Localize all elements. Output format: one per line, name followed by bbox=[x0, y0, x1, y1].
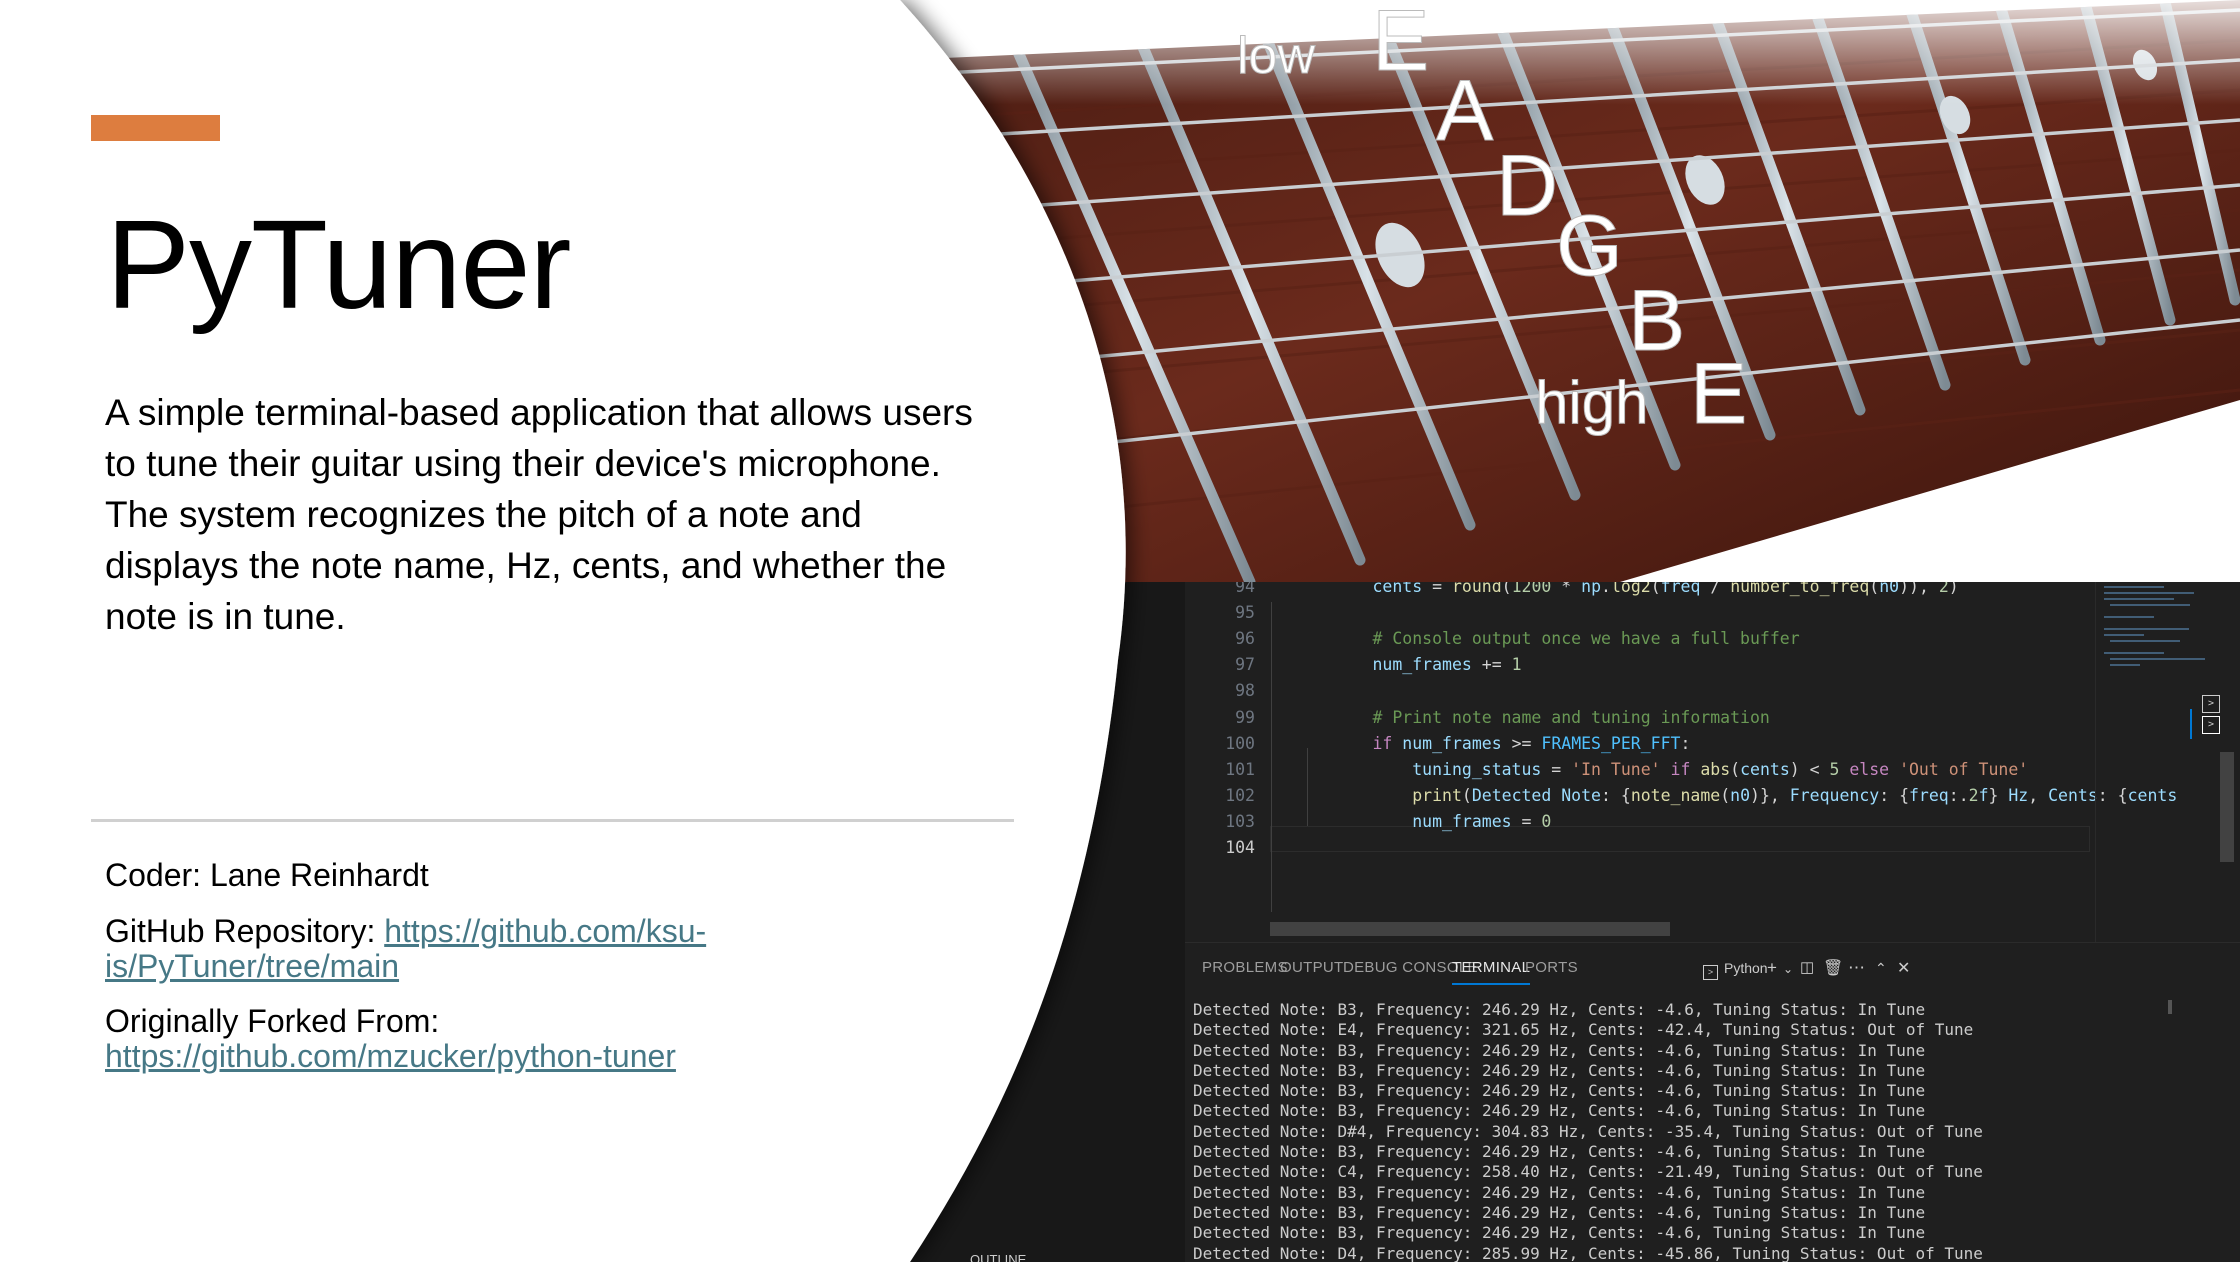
label-high: high bbox=[1535, 369, 1648, 436]
terminal-instance-icon[interactable]: > bbox=[2202, 716, 2220, 734]
terminal-line: Detected Note: B3, Frequency: 246.29 Hz,… bbox=[1193, 1000, 1926, 1019]
terminal-line: Detected Note: C4, Frequency: 258.40 Hz,… bbox=[1193, 1162, 1983, 1182]
code-line[interactable]: 103 num_frames = 0 bbox=[1185, 809, 1551, 835]
code-line[interactable]: 98 bbox=[1185, 678, 1293, 704]
section-divider bbox=[91, 819, 1014, 822]
outline-section-label: OUTLINE bbox=[970, 1252, 1027, 1262]
line-number: 94 bbox=[1235, 582, 1255, 596]
terminal-line: Detected Note: B3, Frequency: 246.29 Hz,… bbox=[1193, 1142, 1926, 1162]
label-string-1: E bbox=[1372, 0, 1429, 89]
line-number: 103 bbox=[1225, 811, 1255, 831]
minimap[interactable] bbox=[2095, 582, 2226, 942]
code-text: num_frames = 0 bbox=[1412, 811, 1552, 831]
panel-tab-bar: PROBLEMS OUTPUT DEBUG CONSOLE TERMINAL P… bbox=[1185, 952, 2240, 985]
code-text: cents = round(1200 * np.log2(freq / numb… bbox=[1372, 582, 1959, 596]
tab-output[interactable]: OUTPUT bbox=[1280, 959, 1343, 976]
coder-credit: Coder: Lane Reinhardt bbox=[105, 857, 429, 893]
code-text: num_frames += 1 bbox=[1372, 655, 1522, 675]
terminal-profile-label: Python bbox=[1724, 960, 1768, 976]
label-low: low bbox=[1237, 27, 1315, 85]
code-text: if num_frames >= FRAMES_PER_FFT: bbox=[1372, 733, 1691, 753]
code-line[interactable]: 94 cents = round(1200 * np.log2(freq / n… bbox=[1185, 582, 1959, 600]
tab-ports[interactable]: PORTS bbox=[1525, 959, 1578, 976]
code-text: # Print note name and tuning information bbox=[1372, 707, 1770, 727]
panel-separator bbox=[1185, 942, 2240, 943]
forked-repo-link[interactable]: https://github.com/mzucker/python-tuner bbox=[105, 1038, 676, 1074]
terminal-line: Detected Note: B3, Frequency: 246.29 Hz,… bbox=[1193, 1040, 1926, 1060]
line-number: 100 bbox=[1225, 733, 1255, 753]
trash-icon[interactable]: 🗑 bbox=[1823, 958, 1843, 978]
code-line[interactable]: 100 if num_frames >= FRAMES_PER_FFT: bbox=[1185, 731, 1690, 757]
code-text: print(Detected Note: {note_name(n0)}, Fr… bbox=[1412, 785, 2178, 805]
code-text: tuning_status = 'In Tune' if abs(cents) … bbox=[1412, 759, 2029, 779]
new-terminal-icon[interactable]: + bbox=[1767, 958, 1777, 978]
terminal-line: Detected Note: B3, Frequency: 246.29 Hz,… bbox=[1193, 1101, 1926, 1121]
terminal-instance-icon[interactable]: > bbox=[2202, 695, 2220, 713]
code-text: # Console output once we have a full buf… bbox=[1372, 629, 1800, 649]
slide-description: A simple terminal-based application that… bbox=[105, 392, 973, 637]
slide-title: PyTuner bbox=[106, 194, 572, 335]
tab-terminal[interactable]: TERMINAL bbox=[1452, 959, 1531, 985]
terminal-line: Detected Note: B3, Frequency: 246.29 Hz,… bbox=[1193, 1060, 1926, 1080]
forked-from: Originally Forked From: https://github.c… bbox=[105, 1004, 885, 1074]
terminal-icon: > bbox=[1703, 965, 1718, 980]
forked-label: Originally Forked From: bbox=[105, 1003, 440, 1039]
code-line[interactable]: 95 bbox=[1185, 600, 1293, 626]
terminal-line: Detected Note: B3, Frequency: 246.29 Hz,… bbox=[1193, 1182, 1926, 1202]
presentation-slide: low E A D G B high E OUTLINE 94 cents = … bbox=[0, 0, 2240, 1262]
more-actions-icon[interactable]: ⋯ bbox=[1848, 958, 1865, 978]
tab-problems[interactable]: PROBLEMS bbox=[1202, 959, 1288, 976]
editor-vertical-scrollbar[interactable] bbox=[2220, 752, 2234, 862]
title-accent-bar bbox=[91, 115, 220, 141]
terminal-line: Detected Note: B3, Frequency: 246.29 Hz,… bbox=[1193, 1223, 1926, 1243]
editor-horizontal-scrollbar[interactable] bbox=[1270, 922, 1670, 936]
line-number: 97 bbox=[1235, 655, 1255, 675]
line-number: 101 bbox=[1225, 759, 1255, 779]
code-line[interactable]: 101 tuning_status = 'In Tune' if abs(cen… bbox=[1185, 757, 2028, 783]
line-number: 102 bbox=[1225, 785, 1255, 805]
terminal-profile[interactable]: > Python bbox=[1703, 960, 1768, 980]
terminal-line: Detected Note: B3, Frequency: 246.29 Hz,… bbox=[1193, 1202, 1926, 1222]
code-line[interactable]: 99 # Print note name and tuning informat… bbox=[1185, 705, 1770, 731]
line-number: 104 bbox=[1225, 838, 1255, 857]
label-string-6: E bbox=[1690, 346, 1747, 442]
terminal-line: Detected Note: E4, Frequency: 321.65 Hz,… bbox=[1193, 1020, 1974, 1040]
split-terminal-icon[interactable]: ◫ bbox=[1800, 958, 1814, 976]
line-number: 95 bbox=[1235, 603, 1255, 623]
line-number: 98 bbox=[1235, 681, 1255, 701]
close-panel-icon[interactable]: ✕ bbox=[1897, 958, 1910, 978]
terminal-line: Detected Note: B3, Frequency: 246.29 Hz,… bbox=[1193, 1081, 1926, 1101]
vscode-screenshot: OUTLINE 94 cents = round(1200 * np.log2(… bbox=[830, 582, 2240, 1262]
github-label: GitHub Repository: bbox=[105, 913, 385, 949]
code-line[interactable]: 96 # Console output once we have a full … bbox=[1185, 626, 1800, 652]
line-number: 99 bbox=[1235, 707, 1255, 727]
line-number: 96 bbox=[1235, 629, 1255, 649]
label-string-3: D bbox=[1496, 138, 1558, 234]
maximize-panel-icon[interactable]: ⌃ bbox=[1875, 960, 1887, 977]
terminal-line: Detected Note: D4, Frequency: 285.99 Hz,… bbox=[1193, 1243, 1983, 1262]
label-string-5: B bbox=[1628, 273, 1685, 369]
code-line[interactable]: 102 print(Detected Note: {note_name(n0)}… bbox=[1185, 783, 2177, 809]
chevron-down-icon[interactable]: ⌄ bbox=[1783, 962, 1793, 976]
terminal-output[interactable]: Detected Note: B3, Frequency: 246.29 Hz,… bbox=[1193, 1000, 2093, 1262]
code-line[interactable]: 97 num_frames += 1 bbox=[1185, 652, 1522, 678]
label-string-4: G bbox=[1556, 198, 1623, 294]
terminal-line: Detected Note: D#4, Frequency: 304.83 Hz… bbox=[1193, 1121, 1983, 1141]
github-repository: GitHub Repository: https://github.com/ks… bbox=[105, 914, 885, 984]
terminal-scrollbar[interactable] bbox=[2168, 1000, 2172, 1014]
label-string-2: A bbox=[1436, 63, 1494, 159]
code-line[interactable]: 104 bbox=[1185, 835, 1293, 861]
